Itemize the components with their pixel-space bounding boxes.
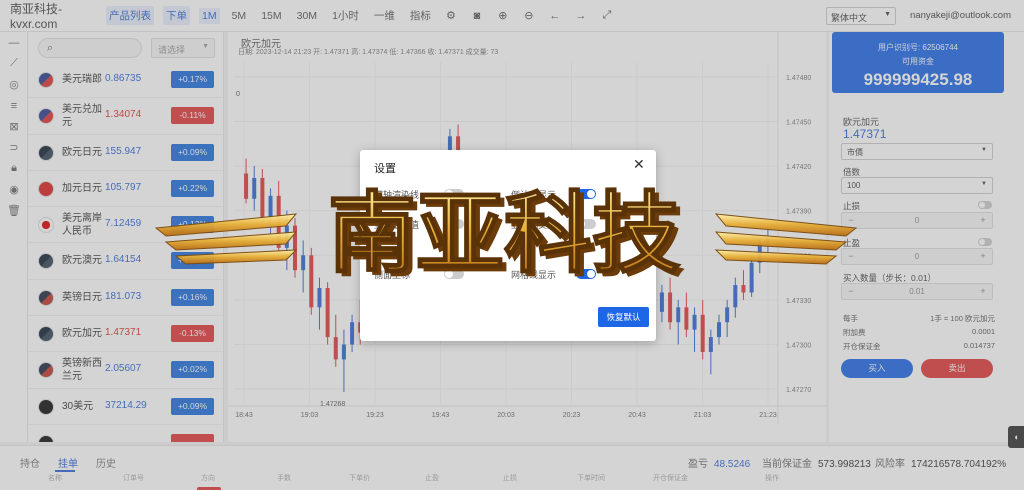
setting-label: 倒计时显示 [511, 190, 557, 200]
restore-defaults-button[interactable]: 恢复默认 [598, 307, 649, 327]
setting-label: 显示最新值 [374, 220, 420, 230]
setting-toggle[interactable] [444, 219, 464, 229]
close-icon[interactable]: ✕ [633, 156, 645, 173]
setting-toggle[interactable] [444, 189, 464, 199]
setting-toggle[interactable] [444, 269, 464, 279]
setting-toggle[interactable] [576, 219, 596, 229]
setting-label: 网格线显示 [511, 270, 557, 280]
setting-label: 侧面坐标 [374, 270, 411, 280]
setting-toggle[interactable] [576, 269, 596, 279]
setting-label: 显示成交量 [511, 220, 557, 230]
settings-dialog: 设置 ✕ 横轴渲染线 倒计时显示显示最新值 显示成交量侧面坐标 网格线显示 恢复默认 [360, 150, 656, 341]
setting-toggle[interactable] [576, 189, 596, 199]
dialog-title: 设置 [374, 163, 396, 175]
setting-label: 横轴渲染线 [374, 190, 420, 200]
